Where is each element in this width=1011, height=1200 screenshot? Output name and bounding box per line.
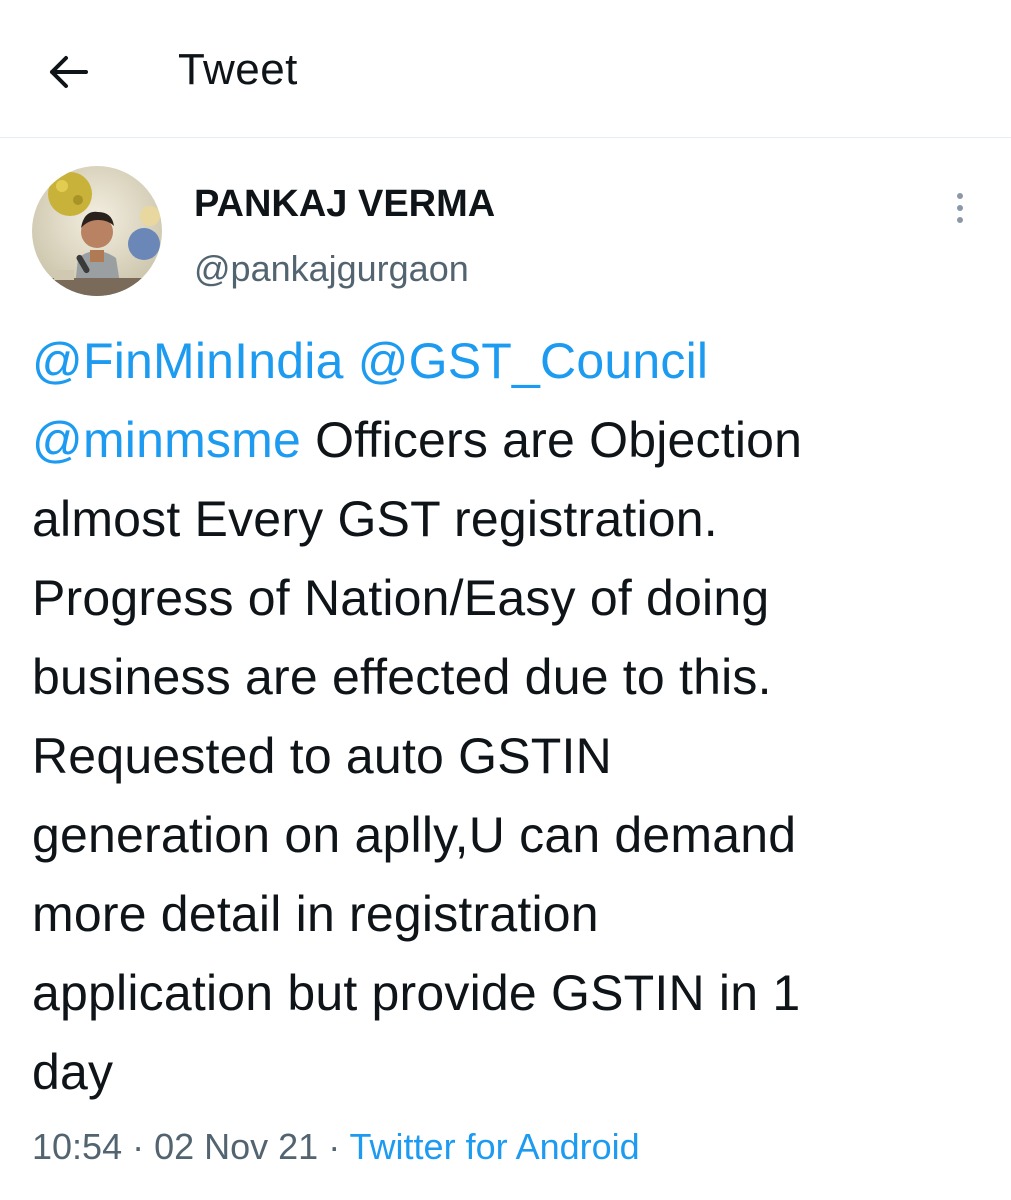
tweet-detail-screen: Tweet PANKAJ VERMA @pankajgurgaon @FinMi…: [0, 0, 1011, 1200]
tweet-line: Progress of Nation/Easy of doing: [32, 559, 992, 638]
meta-separator: ·: [318, 1126, 350, 1167]
tweet-line-text: more detail in registration: [32, 886, 599, 942]
tweet-date: 02 Nov 21: [154, 1126, 319, 1167]
more-vertical-icon-dot: [957, 217, 963, 223]
tweet-time: 10:54: [32, 1126, 123, 1167]
back-button[interactable]: [40, 44, 96, 100]
tweet-line-text: Requested to auto GSTIN: [32, 728, 612, 784]
author-handle[interactable]: @pankajgurgaon: [194, 246, 469, 292]
tweet-line: generation on aplly,U can demand: [32, 796, 992, 875]
tweet-line: business are effected due to this.: [32, 638, 992, 717]
mention-link[interactable]: @minmsme: [32, 412, 301, 468]
tweet-meta: 10:54 · 02 Nov 21 · Twitter for Android: [32, 1124, 640, 1170]
tweet-source-link[interactable]: Twitter for Android: [350, 1126, 640, 1167]
tweet-text: @FinMinIndia @GST_Council @minmsme Offic…: [32, 322, 992, 1112]
tweet-line: almost Every GST registration.: [32, 480, 992, 559]
avatar-image: [32, 166, 162, 296]
tweet-line-text: Officers are Objection: [301, 412, 803, 468]
more-options-button[interactable]: [940, 186, 980, 230]
tweet-line-text: generation on aplly,U can demand: [32, 807, 797, 863]
more-vertical-icon-dot: [957, 205, 963, 211]
tweet-line: application but provide GSTIN in 1: [32, 954, 992, 1033]
tweet-line-text: almost Every GST registration.: [32, 491, 718, 547]
tweet-line-text: business are effected due to this.: [32, 649, 772, 705]
tweet-line-text: Progress of Nation/Easy of doing: [32, 570, 770, 626]
tweet-line-text: application but provide GSTIN in 1: [32, 965, 801, 1021]
meta-separator: ·: [122, 1126, 155, 1167]
more-vertical-icon: [957, 193, 963, 199]
tweet-line: day: [32, 1033, 992, 1112]
tweet-line: more detail in registration: [32, 875, 992, 954]
page-title: Tweet: [178, 45, 298, 94]
tweet-line-text: day: [32, 1044, 114, 1100]
tweet-line: @minmsme Officers are Objection: [32, 401, 992, 480]
top-bar: Tweet: [0, 0, 1011, 138]
mention-link[interactable]: @FinMinIndia @GST_Council: [32, 333, 708, 389]
arrow-left-icon: [50, 56, 88, 88]
tweet-line: @FinMinIndia @GST_Council: [32, 322, 992, 401]
tweet-line: Requested to auto GSTIN: [32, 717, 992, 796]
author-name[interactable]: PANKAJ VERMA: [194, 180, 495, 228]
avatar[interactable]: [32, 166, 162, 296]
